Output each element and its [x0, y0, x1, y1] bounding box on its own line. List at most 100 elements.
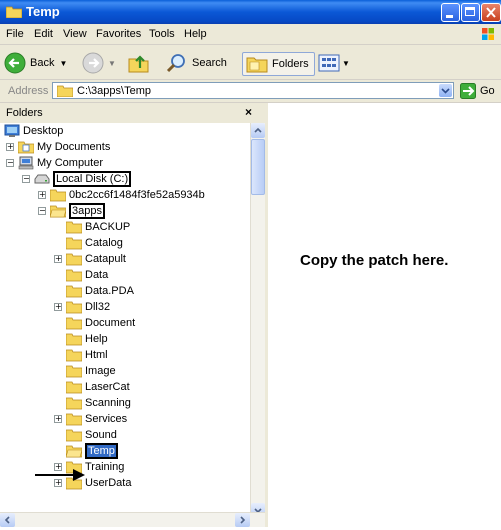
views-button[interactable]: ▼ — [318, 52, 350, 74]
collapse-icon[interactable]: − — [22, 175, 30, 183]
tree-label: UserData — [85, 477, 132, 489]
collapse-icon[interactable]: − — [38, 207, 46, 215]
tree-item-folder[interactable]: + Catapult — [54, 251, 126, 267]
folder-icon — [66, 397, 82, 410]
my-computer-icon — [18, 156, 34, 170]
back-dropdown-icon[interactable]: ▼ — [59, 59, 67, 68]
scroll-up-button[interactable] — [251, 123, 265, 138]
tree-item-folder[interactable]: Data — [66, 267, 108, 283]
maximize-button[interactable] — [461, 3, 480, 22]
tree-item-3apps[interactable]: − 3apps — [38, 203, 105, 219]
tree-item-folder[interactable]: BACKUP — [66, 219, 130, 235]
tree-label: 3apps — [69, 203, 105, 219]
collapse-icon[interactable]: − — [6, 159, 14, 167]
tree-item-folder[interactable]: Document — [66, 315, 135, 331]
tree-label: Services — [85, 413, 128, 425]
expand-icon[interactable]: + — [54, 303, 62, 311]
menu-help[interactable]: Help — [184, 28, 207, 40]
folders-pane-close-icon[interactable]: × — [245, 105, 252, 119]
go-button[interactable]: Go — [460, 82, 500, 99]
tree-item-guid-folder[interactable]: + 0bc2cc6f1484f3fe52a5934b — [38, 187, 205, 203]
tree-item-folder[interactable]: Sound — [66, 427, 117, 443]
menu-tools[interactable]: Tools — [149, 28, 175, 40]
open-folder-icon — [50, 205, 66, 218]
tree-item-folder[interactable]: Catalog — [66, 235, 123, 251]
vertical-scrollbar[interactable] — [250, 123, 265, 518]
tree-label: Image — [85, 365, 116, 377]
tree-item-folder[interactable]: Html — [66, 347, 108, 363]
search-button[interactable]: Search — [166, 52, 227, 74]
address-value: C:\3apps\Temp — [77, 85, 151, 97]
views-dropdown-icon[interactable]: ▼ — [342, 59, 350, 68]
expand-icon[interactable]: + — [6, 143, 14, 151]
expand-icon[interactable]: + — [54, 255, 62, 263]
tree-item-folder[interactable]: + Dll32 — [54, 299, 110, 315]
folder-icon — [66, 317, 82, 330]
tree-label: Help — [85, 333, 108, 345]
tree-item-folder[interactable]: + Services — [54, 411, 127, 427]
address-dropdown-icon[interactable] — [439, 84, 452, 97]
address-label: Address — [8, 85, 49, 97]
folder-icon — [66, 429, 82, 442]
folder-icon — [66, 413, 82, 426]
folders-icon — [246, 57, 268, 73]
tree-label-selected: Temp — [85, 443, 118, 459]
up-folder-button[interactable] — [128, 52, 150, 74]
close-button[interactable] — [481, 3, 501, 22]
folder-icon — [66, 349, 82, 362]
tree-item-folder[interactable]: Data.PDA — [66, 283, 134, 299]
folder-icon — [66, 237, 82, 250]
tree-item-local-disk[interactable]: − Local Disk (C:) — [22, 171, 132, 187]
windows-logo-icon — [482, 28, 494, 40]
tree-item-temp[interactable]: Temp — [66, 443, 118, 459]
folder-icon — [57, 85, 73, 97]
address-input[interactable]: C:\3apps\Temp — [52, 82, 454, 99]
folder-icon — [66, 365, 82, 378]
tree-label: Catalog — [85, 237, 123, 249]
folder-icon — [66, 333, 82, 346]
folder-icon — [66, 301, 82, 314]
back-label: Back — [30, 57, 55, 69]
back-button[interactable]: Back ▼ — [4, 52, 67, 74]
menu-edit[interactable]: Edit — [34, 28, 53, 40]
tree-item-folder[interactable]: Scanning — [66, 395, 131, 411]
tree-item-folder[interactable]: Help — [66, 331, 108, 347]
folder-icon — [66, 381, 82, 394]
tree-label: Training — [85, 461, 125, 473]
horizontal-scrollbar[interactable] — [0, 512, 265, 527]
search-icon — [166, 54, 185, 73]
drive-icon — [34, 174, 50, 184]
menu-bar: File Edit View Favorites Tools Help — [0, 24, 501, 45]
title-bar[interactable]: Temp — [0, 0, 501, 24]
menu-favorites[interactable]: Favorites — [96, 28, 141, 40]
tree-label: LaserCat — [85, 381, 130, 393]
folders-button[interactable]: Folders — [242, 52, 315, 76]
tree-item-folder[interactable]: LaserCat — [66, 379, 130, 395]
address-bar: Address C:\3apps\Temp Go — [0, 80, 501, 103]
pointer-arrow-icon — [35, 469, 85, 481]
instruction-text: Copy the patch here. — [300, 252, 449, 269]
tree-item-my-documents[interactable]: + My Documents — [6, 139, 110, 155]
minimize-button[interactable] — [441, 3, 460, 22]
folder-icon — [50, 189, 66, 202]
forward-button[interactable]: ▼ — [82, 52, 116, 74]
menu-file[interactable]: File — [6, 28, 24, 40]
menu-view[interactable]: View — [63, 28, 87, 40]
tree-item-desktop[interactable]: Desktop — [4, 123, 63, 139]
tree-item-my-computer[interactable]: − My Computer — [6, 155, 103, 171]
tree-label: Document — [85, 317, 136, 329]
folder-icon — [66, 285, 82, 298]
expand-icon[interactable]: + — [38, 191, 46, 199]
scroll-thumb[interactable] — [251, 139, 265, 195]
scroll-right-button[interactable] — [235, 513, 250, 527]
scroll-left-button[interactable] — [0, 513, 15, 527]
tree-item-folder[interactable]: Image — [66, 363, 116, 379]
folder-icon — [66, 253, 82, 266]
tree-label: Scanning — [85, 397, 131, 409]
tree-label: BACKUP — [85, 221, 131, 233]
expand-icon[interactable]: + — [54, 415, 62, 423]
folder-icon — [66, 221, 82, 234]
forward-dropdown-icon[interactable]: ▼ — [108, 59, 116, 68]
tree-label: My Computer — [37, 157, 104, 169]
folder-contents-pane[interactable] — [268, 103, 501, 527]
